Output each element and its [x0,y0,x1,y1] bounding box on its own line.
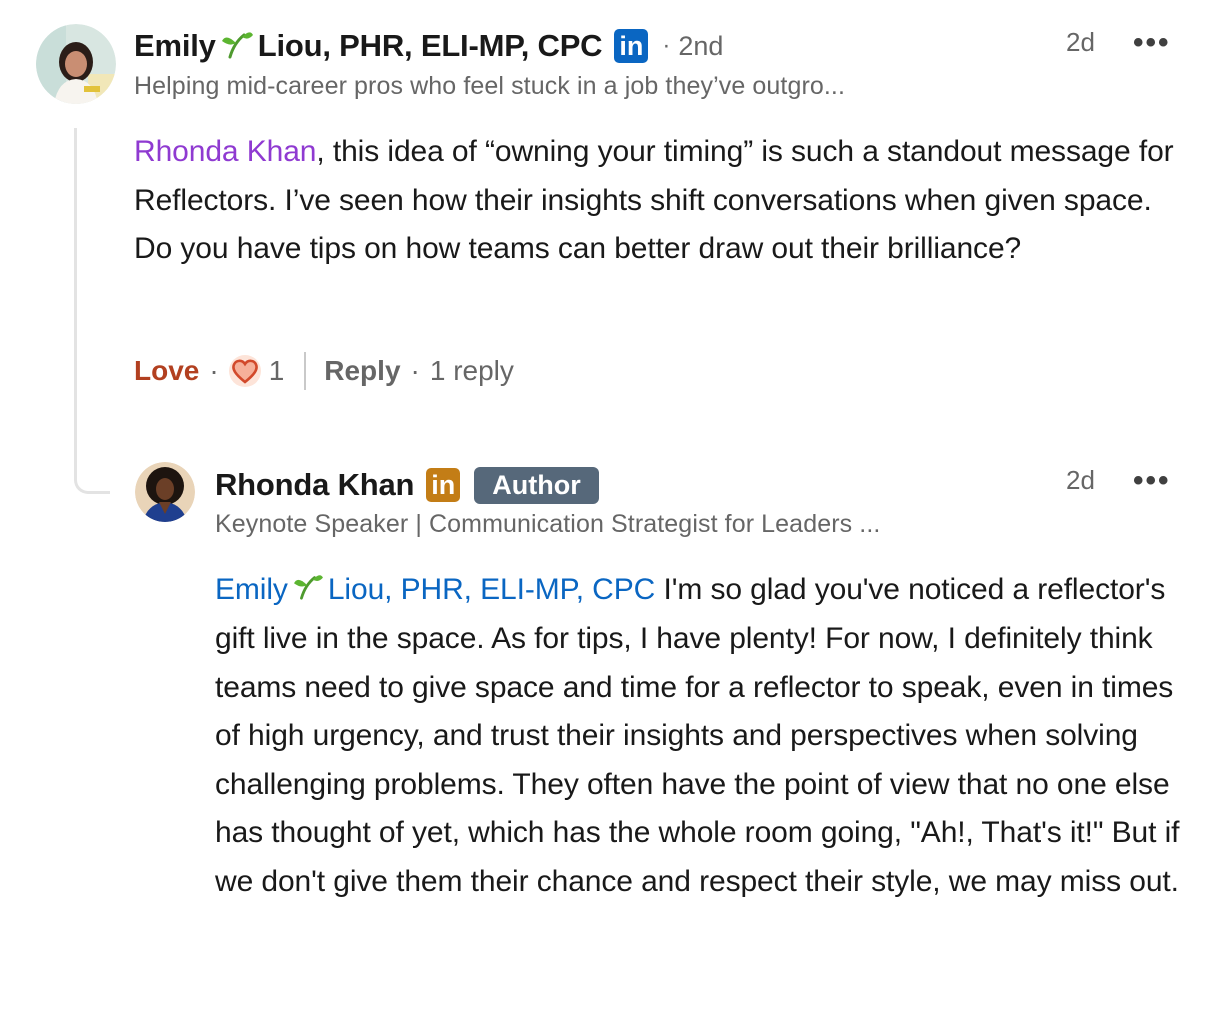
connection-degree: 2nd [678,30,724,61]
thread-connector-line [74,128,110,494]
mention-link[interactable]: Emily Liou, PHR, ELI-MP, CPC [215,573,655,606]
reply-body: I'm so glad you've noticed a reflector's… [215,573,1180,898]
reply-count-link[interactable]: 1 reply [430,355,514,387]
more-options-icon[interactable]: ••• [1133,26,1171,60]
reply-timestamp: 2d [1066,465,1095,495]
comment-timestamp: 2d [1066,27,1095,57]
comment-text: Rhonda Khan, this idea of “owning your t… [134,128,1194,274]
reaction-love-button[interactable]: Love [134,355,199,387]
degree-separator: · [662,32,671,59]
separator: · [209,355,219,386]
reaction-count[interactable]: 1 [269,355,285,387]
actions-divider [304,352,307,390]
mention-rest-name[interactable]: Liou, PHR, ELI-MP, CPC [328,573,655,606]
more-options-icon[interactable]: ••• [1133,464,1171,498]
heart-icon[interactable] [228,355,261,387]
avatar[interactable] [36,24,116,104]
avatar[interactable] [135,462,195,522]
separator: · [410,355,420,386]
linkedin-premium-icon: in [426,468,461,502]
reply-author-headline: Keynote Speaker | Communication Strategi… [215,510,881,538]
comment-author-headline: Helping mid-career pros who feel stuck i… [134,72,846,100]
linkedin-icon: in [614,29,649,63]
comment-author-row: Emily Liou, PHR, ELI-MP, CPC in · 2nd [134,26,723,66]
mention-link[interactable]: Rhonda Khan [134,135,316,168]
reply-text: Emily Liou, PHR, ELI-MP, CPC I'm so glad … [215,566,1200,906]
comment-author-rest-name[interactable]: Liou, PHR, ELI-MP, CPC [258,28,603,64]
comment-author-first-name[interactable]: Emily [134,28,216,64]
comment-actions: Love · 1 Reply · 1 reply [134,351,514,391]
author-badge: Author [474,466,599,504]
sprout-icon [292,567,324,616]
reply-button[interactable]: Reply [324,355,400,387]
mention-first-name[interactable]: Emily [215,573,288,606]
reply-author-row: Rhonda Khan in Author [215,464,599,506]
sprout-icon [220,29,254,64]
reply-author-name[interactable]: Rhonda Khan [215,467,414,503]
